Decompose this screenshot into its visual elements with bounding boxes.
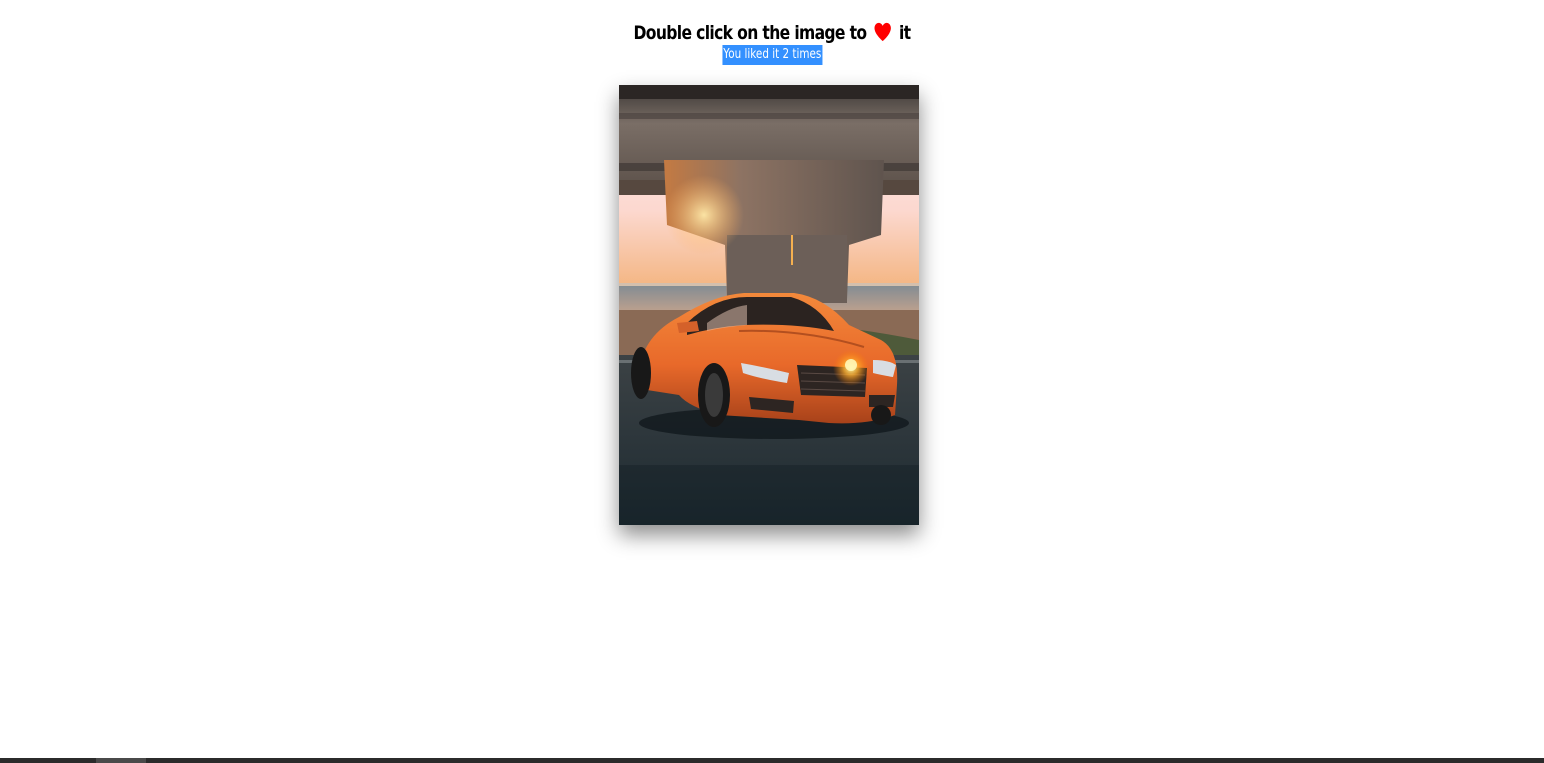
page: Double click on the image to it You like… [0,0,1544,763]
car-photo[interactable] [619,85,919,525]
likes-counter: You liked it 2 times [722,45,822,65]
title-text-before: Double click on the image to [633,22,868,44]
taskbar [0,758,1544,763]
heart-icon [874,22,891,42]
page-title: Double click on the image to it [139,18,1405,48]
taskbar-item[interactable] [96,758,146,763]
title-text-after: it [898,22,911,44]
